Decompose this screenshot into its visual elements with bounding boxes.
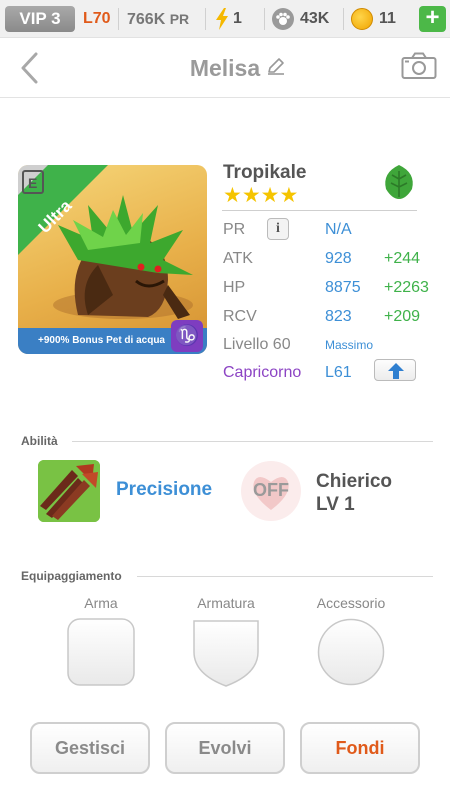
atk-bonus: +244	[384, 250, 421, 267]
pr-value: N/A	[325, 221, 352, 238]
divider	[137, 576, 433, 577]
armor-label: Armatura	[197, 595, 255, 611]
atk-label: ATK	[223, 250, 253, 267]
leader-skill-off-label: OFF	[253, 480, 289, 500]
power-rating: 766K PR	[127, 6, 189, 32]
leader-skill-info: Chierico LV 1	[316, 470, 392, 516]
power-rating-unit: PR	[169, 11, 190, 27]
rcv-label: RCV	[223, 308, 257, 325]
coin-icon	[351, 8, 373, 30]
weapon-slot[interactable]	[67, 618, 135, 686]
accessory-label: Accessorio	[316, 595, 386, 611]
grass-element-icon	[385, 165, 413, 199]
divider	[205, 8, 206, 30]
add-coins-button[interactable]: +	[419, 6, 446, 32]
divider	[222, 210, 417, 211]
zodiac-upgrade-button[interactable]	[374, 359, 416, 381]
equipment-section-title: Equipaggiamento	[21, 569, 122, 583]
energy-count: 1	[233, 10, 242, 27]
leader-skill-name: Chierico	[316, 471, 393, 492]
divider	[264, 8, 265, 30]
accessory-slot[interactable]	[317, 618, 385, 686]
pet-name: Tropikale	[223, 162, 307, 183]
power-rating-value: 766K	[127, 11, 166, 28]
info-button[interactable]: i	[267, 218, 289, 240]
armor-slot[interactable]	[192, 618, 260, 688]
camera-icon[interactable]	[401, 52, 437, 80]
level-max-note: Massimo	[325, 338, 374, 352]
active-skill-name[interactable]: Precisione	[116, 479, 212, 501]
skills-section-title: Abilità	[21, 434, 58, 448]
paw-icon	[272, 8, 294, 30]
pr-label: PR	[223, 221, 246, 238]
manage-button[interactable]: Gestisci	[30, 722, 150, 774]
player-level: L70	[83, 10, 111, 27]
zodiac-level: L61	[325, 364, 352, 381]
rcv-bonus: +209	[384, 308, 421, 325]
pet-card[interactable]: E Ultra +900% Bonus Pet di acqua ♑	[18, 165, 207, 354]
active-skill-icon[interactable]	[38, 460, 100, 522]
weapon-label: Arma	[84, 595, 118, 611]
hp-bonus: +2263	[384, 279, 429, 296]
rcv-value: 823	[325, 308, 352, 325]
page-title: Melisa	[189, 55, 261, 81]
star-rating: ★★★★	[223, 184, 299, 207]
zodiac-label: Capricorno	[223, 364, 302, 381]
level-label: Livello 60	[223, 336, 291, 353]
divider	[118, 8, 119, 30]
svg-text:E: E	[28, 175, 37, 191]
vip-badge[interactable]: VIP 3	[5, 6, 75, 32]
energy-bolt-icon	[216, 8, 228, 30]
evolve-button[interactable]: Evolvi	[165, 722, 285, 774]
atk-value: 928	[325, 250, 352, 267]
header: Melisa	[0, 38, 450, 98]
divider	[343, 8, 344, 30]
coin-count: 11	[379, 10, 396, 27]
divider	[72, 441, 433, 442]
paw-count: 43K	[300, 10, 330, 27]
up-arrow-icon	[388, 363, 404, 379]
merge-button[interactable]: Fondi	[300, 722, 420, 774]
status-bar: VIP 3 L70 766K PR 1 43K 11 +	[0, 0, 450, 38]
edit-pencil-icon[interactable]	[266, 56, 286, 76]
capricorn-sign-icon: ♑	[171, 320, 203, 352]
leader-skill-level: LV 1	[316, 494, 355, 515]
hp-label: HP	[223, 279, 246, 296]
hp-value: 8875	[325, 279, 361, 296]
